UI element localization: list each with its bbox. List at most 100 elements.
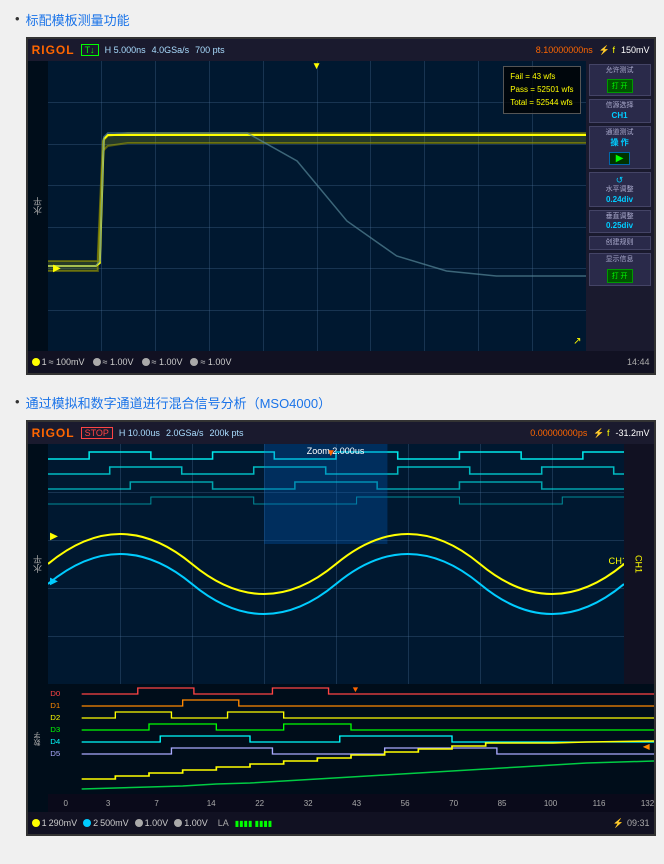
scope2-timebase: H 10.00us [119, 428, 160, 438]
scope2-ch1-indicator: 1 290mV [32, 818, 78, 828]
sb1-title5: 垂直调整 [593, 213, 647, 221]
scope2-status: STOP [81, 427, 113, 439]
scope2-ylabel-text: 水平 [31, 555, 44, 573]
section2-link[interactable]: 通过模拟和数字通道进行混合信号分析（MSO4000） [26, 393, 332, 412]
scope1-ch3: ≈ 1.00V [142, 357, 183, 367]
sb1-val2: CH1 [593, 111, 647, 120]
scope2-digital-area: D0 D1 D2 D3 D4 [48, 684, 654, 794]
sb1-item4: ↺ 水平调整 0.24div [589, 172, 651, 206]
sb1-item2: 信源选择 CH1 [589, 99, 651, 122]
scope1-topbar: RIGOL T↓ H 5.000ns 4.0GSa/s 700 pts 8.10… [28, 39, 654, 61]
scope1-ch1-dot [32, 358, 40, 366]
scope1-ylabel-text: 水平 [31, 197, 44, 215]
rigol-logo-2: RIGOL [32, 426, 75, 440]
scope1-ch2-scale: ≈ 1.00V [103, 357, 134, 367]
bullet1: • [15, 11, 20, 26]
scope2-analog-svg: CH1 ▼ ▶ ▶ [48, 444, 624, 684]
scope2-ch3-dot [135, 819, 143, 827]
oscilloscope-1: RIGOL T↓ H 5.000ns 4.0GSa/s 700 pts 8.10… [26, 37, 656, 375]
sb1-item3: 通道测试 操 作 ▶ [589, 126, 651, 169]
scope2-la-indicators: ▮▮▮▮ ▮▮▮▮ [235, 819, 272, 828]
svg-text:▶: ▶ [53, 263, 61, 274]
scope1-time: 14:44 [627, 357, 650, 367]
oscilloscope-2: RIGOL STOP H 10.00us 2.0GSa/s 200k pts 0… [26, 420, 656, 836]
scope2-grid: CH1 ▼ ▶ ▶ Zoom 2.000us [48, 444, 624, 684]
scope2-ch1-num: 1 [42, 818, 47, 828]
scope1-stat-pass: Pass = 52501 wfs [510, 84, 573, 97]
scope2-ch4-scale: 1.00V [184, 818, 208, 828]
scope2-bottombar: 1 290mV 2 500mV 1.00V 1.00V LA ▮▮▮▮ ▮▮ [28, 812, 654, 834]
scope2-trigger-icon: ⚡ f [593, 428, 609, 439]
x-label-56: 56 [401, 799, 410, 808]
sb1-item6: 创建规则 [589, 236, 651, 250]
svg-text:▶: ▶ [50, 531, 58, 542]
scope1-ch4: ≈ 1.00V [190, 357, 231, 367]
scope2-xaxis: 0 3 7 14 22 32 43 56 70 85 100 116 132 [48, 794, 654, 812]
sb1-val5: 0.25div [593, 221, 647, 230]
scope1-ch1-label: 1 [42, 357, 47, 367]
x-label-14: 14 [207, 799, 216, 808]
sb1-title4: 水平调整 [593, 186, 647, 194]
scope1-main: 水平 [28, 61, 654, 351]
scope2-main: 水平 [28, 444, 654, 684]
scope2-ch2-scale: 500mV [100, 818, 129, 828]
x-label-3: 3 [106, 799, 110, 808]
svg-text:D2: D2 [50, 713, 60, 721]
x-label-43: 43 [352, 799, 361, 808]
scope1-ch3-dot [142, 358, 150, 366]
x-label-116: 116 [593, 799, 606, 808]
sb1-btn1[interactable]: 打 开 [607, 79, 633, 93]
sb1-item7: 显示信息 打 开 [589, 253, 651, 285]
scope2-digital-svg: D0 D1 D2 D3 D4 [48, 684, 654, 794]
svg-text:◀: ◀ [642, 741, 649, 750]
section1-link[interactable]: 标配模板测量功能 [26, 10, 130, 29]
sb1-title1: 允许测试 [593, 67, 647, 75]
scope2-ch4-indicator: 1.00V [174, 818, 208, 828]
scope2-digital-ylabel: 数字 [28, 684, 48, 794]
rigol-logo-1: RIGOL [32, 43, 75, 57]
scope1-sampleinfo: 700 pts [195, 45, 225, 55]
sb1-title6: 创建规则 [593, 239, 647, 247]
scope2-ch3-scale: 1.00V [145, 818, 169, 828]
bullet2: • [15, 394, 20, 409]
sb1-btn7[interactable]: 打 开 [607, 269, 633, 283]
svg-text:D5: D5 [50, 749, 60, 757]
scope1-status: T↓ [81, 44, 99, 56]
sb1-val4: 0.24div [593, 195, 647, 204]
scope2-digital: 数字 D0 D1 D2 D3 [28, 684, 654, 794]
sb1-play[interactable]: ▶ [609, 152, 631, 165]
scope2-voltscale: -31.2mV [616, 428, 650, 438]
scope2-ch1-scale: 290mV [49, 818, 78, 828]
scope1-bottom-arrow: ↗ [573, 336, 581, 347]
x-label-85: 85 [498, 799, 507, 808]
svg-text:D0: D0 [50, 689, 60, 697]
scope2-la-label: LA [218, 818, 229, 828]
scope2-triggerlevel: 0.00000000ps [530, 428, 587, 438]
scope1-stats: Fail = 43 wfs Pass = 52501 wfs Total = 5… [503, 66, 580, 114]
section2-item: • 通过模拟和数字通道进行混合信号分析（MSO4000） RIGOL STOP … [15, 393, 649, 836]
scope1-ylabel: 水平 [28, 61, 48, 351]
sb1-item1: 允许测试 打 开 [589, 64, 651, 96]
scope1-timebase: H 5.000ns [105, 45, 146, 55]
sb1-title3: 通道测试 [593, 129, 647, 137]
scope2-topbar: RIGOL STOP H 10.00us 2.0GSa/s 200k pts 0… [28, 422, 654, 444]
x-label-132: 132 [641, 799, 654, 808]
scope1-stat-fail: Fail = 43 wfs [510, 71, 573, 84]
x-label-22: 22 [255, 799, 264, 808]
scope1-trigger-marker: ▼ [312, 61, 322, 72]
scope1-ch4-scale: ≈ 1.00V [200, 357, 231, 367]
scope1-ch1-scale: ≈ 100mV [49, 357, 85, 367]
scope2-ylabel: 水平 [28, 444, 48, 684]
x-label-70: 70 [449, 799, 458, 808]
scope1-ch2-dot [93, 358, 101, 366]
scope2-sampleinfo: 200k pts [209, 428, 243, 438]
scope1-sidebar: 允许测试 打 开 信源选择 CH1 通道测试 操 作 ▶ ↺ 水平调整 [586, 61, 654, 351]
scope1-samplerate: 4.0GSa/s [152, 45, 190, 55]
x-label-100: 100 [544, 799, 557, 808]
svg-text:▼: ▼ [351, 684, 360, 693]
scope2-ch3-indicator: 1.00V [135, 818, 169, 828]
scope1-stat-total: Total = 52544 wfs [510, 97, 573, 110]
scope1-ch4-dot [190, 358, 198, 366]
svg-text:D3: D3 [50, 725, 60, 733]
x-label-32: 32 [304, 799, 313, 808]
